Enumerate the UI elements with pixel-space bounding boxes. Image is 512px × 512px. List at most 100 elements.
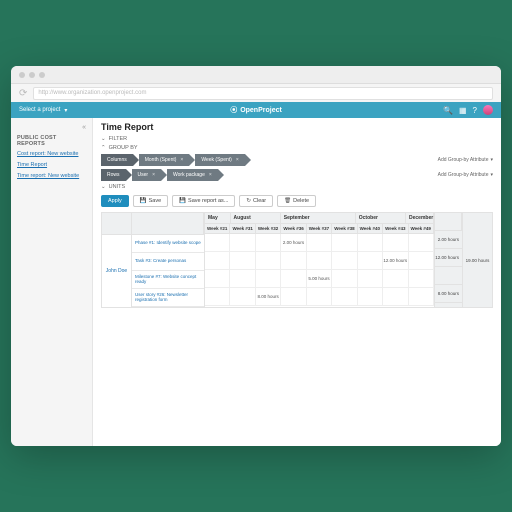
chevron-up-icon: ⌃ bbox=[101, 145, 106, 151]
section-label: GROUP BY bbox=[109, 145, 138, 151]
report-toolbar: Apply 💾 Save 💾 Save report as... ↻ Clear… bbox=[101, 195, 493, 207]
data-cell bbox=[409, 270, 434, 288]
filter-section-toggle[interactable]: ⌄ FILTER bbox=[101, 136, 493, 142]
week-header: Week #43 bbox=[383, 224, 408, 234]
work-package-link[interactable]: Task #3: Create personas bbox=[132, 253, 204, 271]
apply-button[interactable]: Apply bbox=[101, 195, 129, 207]
columns-chip: Columns bbox=[101, 154, 133, 166]
week-header: Week #32 bbox=[256, 224, 281, 234]
data-cell bbox=[307, 288, 332, 306]
week-header: Week #36 bbox=[281, 224, 306, 234]
groupby-rows-row: Rows User× Work package× Add Group-by At… bbox=[101, 169, 493, 181]
add-groupby-attribute[interactable]: Add Group-by Attribute ▾ bbox=[438, 172, 493, 178]
brand-label: OpenProject bbox=[240, 107, 282, 114]
sidebar-heading: PUBLIC COST REPORTS bbox=[17, 135, 86, 147]
data-cell: 5.00 hours bbox=[307, 270, 332, 288]
window-titlebar bbox=[11, 66, 501, 84]
month-header: August bbox=[231, 213, 281, 224]
data-cell bbox=[358, 234, 383, 252]
data-cell bbox=[256, 252, 281, 270]
sidebar-item[interactable]: Cost report: New website bbox=[17, 151, 86, 159]
groupby-chip[interactable]: Work package× bbox=[167, 169, 218, 181]
row-total: 12.00 hours bbox=[435, 249, 462, 267]
avatar[interactable] bbox=[483, 105, 493, 115]
save-as-button[interactable]: 💾 Save report as... bbox=[172, 195, 235, 207]
help-icon[interactable]: ? bbox=[473, 106, 477, 115]
sidebar-collapse-icon[interactable]: « bbox=[17, 124, 86, 131]
data-cell: 8.00 hours bbox=[256, 288, 281, 306]
month-header: December bbox=[406, 213, 434, 224]
grid-icon[interactable]: ▦ bbox=[459, 106, 467, 115]
chevron-down-icon: ⌄ bbox=[101, 136, 106, 142]
data-cell bbox=[205, 234, 230, 252]
window-dot[interactable] bbox=[39, 72, 45, 78]
grand-total: 19.00 hours bbox=[462, 213, 492, 307]
url-input[interactable]: http://www.organization.openproject.com bbox=[33, 87, 493, 100]
rows-chip: Rows bbox=[101, 169, 126, 181]
data-cell bbox=[256, 234, 281, 252]
chevron-down-icon: ▾ bbox=[64, 107, 67, 114]
reload-icon[interactable]: ⟳ bbox=[19, 88, 27, 99]
groupby-chip[interactable]: Week (Spent)× bbox=[195, 154, 244, 166]
remove-icon[interactable]: × bbox=[209, 172, 212, 178]
brand-icon: ⦿ bbox=[230, 105, 237, 115]
data-cell bbox=[281, 288, 306, 306]
page-title: Time Report bbox=[101, 122, 493, 132]
remove-icon[interactable]: × bbox=[180, 157, 183, 163]
data-cell bbox=[383, 270, 408, 288]
clear-button[interactable]: ↻ Clear bbox=[239, 195, 273, 207]
data-cell bbox=[358, 270, 383, 288]
row-total: 2.00 hours bbox=[435, 231, 462, 249]
data-cell bbox=[332, 234, 357, 252]
data-cell bbox=[307, 234, 332, 252]
data-cell bbox=[332, 252, 357, 270]
search-icon[interactable]: 🔍 bbox=[443, 106, 453, 115]
groupby-chip[interactable]: User× bbox=[132, 169, 161, 181]
work-package-link[interactable]: Phase #1: Identify website scope bbox=[132, 235, 204, 253]
data-cell bbox=[383, 288, 408, 306]
groupby-chip[interactable]: Month (Spent)× bbox=[139, 154, 190, 166]
data-cell bbox=[358, 252, 383, 270]
remove-icon[interactable]: × bbox=[236, 157, 239, 163]
report-table: John Doe Phase #1: Identify website scop… bbox=[101, 212, 493, 308]
work-package-link[interactable]: User story #26: Newsletter registration … bbox=[132, 289, 204, 307]
data-cell bbox=[256, 270, 281, 288]
main-content: Time Report ⌄ FILTER ⌃ GROUP BY Columns … bbox=[93, 118, 501, 446]
data-cell bbox=[332, 288, 357, 306]
data-cell bbox=[409, 252, 434, 270]
project-selector[interactable]: Select a project ▾ bbox=[19, 107, 67, 114]
delete-button[interactable]: 🗑 Delete bbox=[277, 195, 316, 207]
row-total: 8.00 hours bbox=[435, 285, 462, 303]
window-dot[interactable] bbox=[29, 72, 35, 78]
units-section-toggle[interactable]: ⌄ UNITS bbox=[101, 184, 493, 190]
data-cell bbox=[230, 234, 255, 252]
week-header: Week #49 bbox=[409, 224, 434, 234]
data-cell bbox=[409, 234, 434, 252]
work-package-link[interactable]: Milestone #7: Website concept ready bbox=[132, 271, 204, 289]
window-dot[interactable] bbox=[19, 72, 25, 78]
save-button[interactable]: 💾 Save bbox=[133, 195, 168, 207]
data-cell bbox=[230, 288, 255, 306]
user-cell[interactable]: John Doe bbox=[102, 235, 132, 307]
week-header: Week #40 bbox=[358, 224, 383, 234]
app-topbar: Select a project ▾ ⦿ OpenProject 🔍 ▦ ? bbox=[11, 102, 501, 118]
week-header: Week #37 bbox=[307, 224, 332, 234]
section-label: UNITS bbox=[109, 184, 126, 190]
sidebar-item[interactable]: Time Report bbox=[17, 162, 86, 170]
app-window: ⟳ http://www.organization.openproject.co… bbox=[11, 66, 501, 446]
section-label: FILTER bbox=[109, 136, 128, 142]
row-total bbox=[435, 267, 462, 285]
data-cell bbox=[205, 288, 230, 306]
add-groupby-attribute[interactable]: Add Group-by Attribute ▾ bbox=[438, 157, 493, 163]
data-cell bbox=[230, 270, 255, 288]
data-cell bbox=[332, 270, 357, 288]
chevron-down-icon: ▾ bbox=[490, 172, 493, 178]
groupby-section-toggle[interactable]: ⌃ GROUP BY bbox=[101, 145, 493, 151]
month-header: May bbox=[205, 213, 231, 224]
week-header: Week #38 bbox=[332, 224, 357, 234]
brand: ⦿ OpenProject bbox=[230, 105, 282, 115]
data-cell bbox=[230, 252, 255, 270]
data-cell bbox=[307, 252, 332, 270]
sidebar-item[interactable]: Time report: New website bbox=[17, 173, 86, 181]
remove-icon[interactable]: × bbox=[152, 172, 155, 178]
